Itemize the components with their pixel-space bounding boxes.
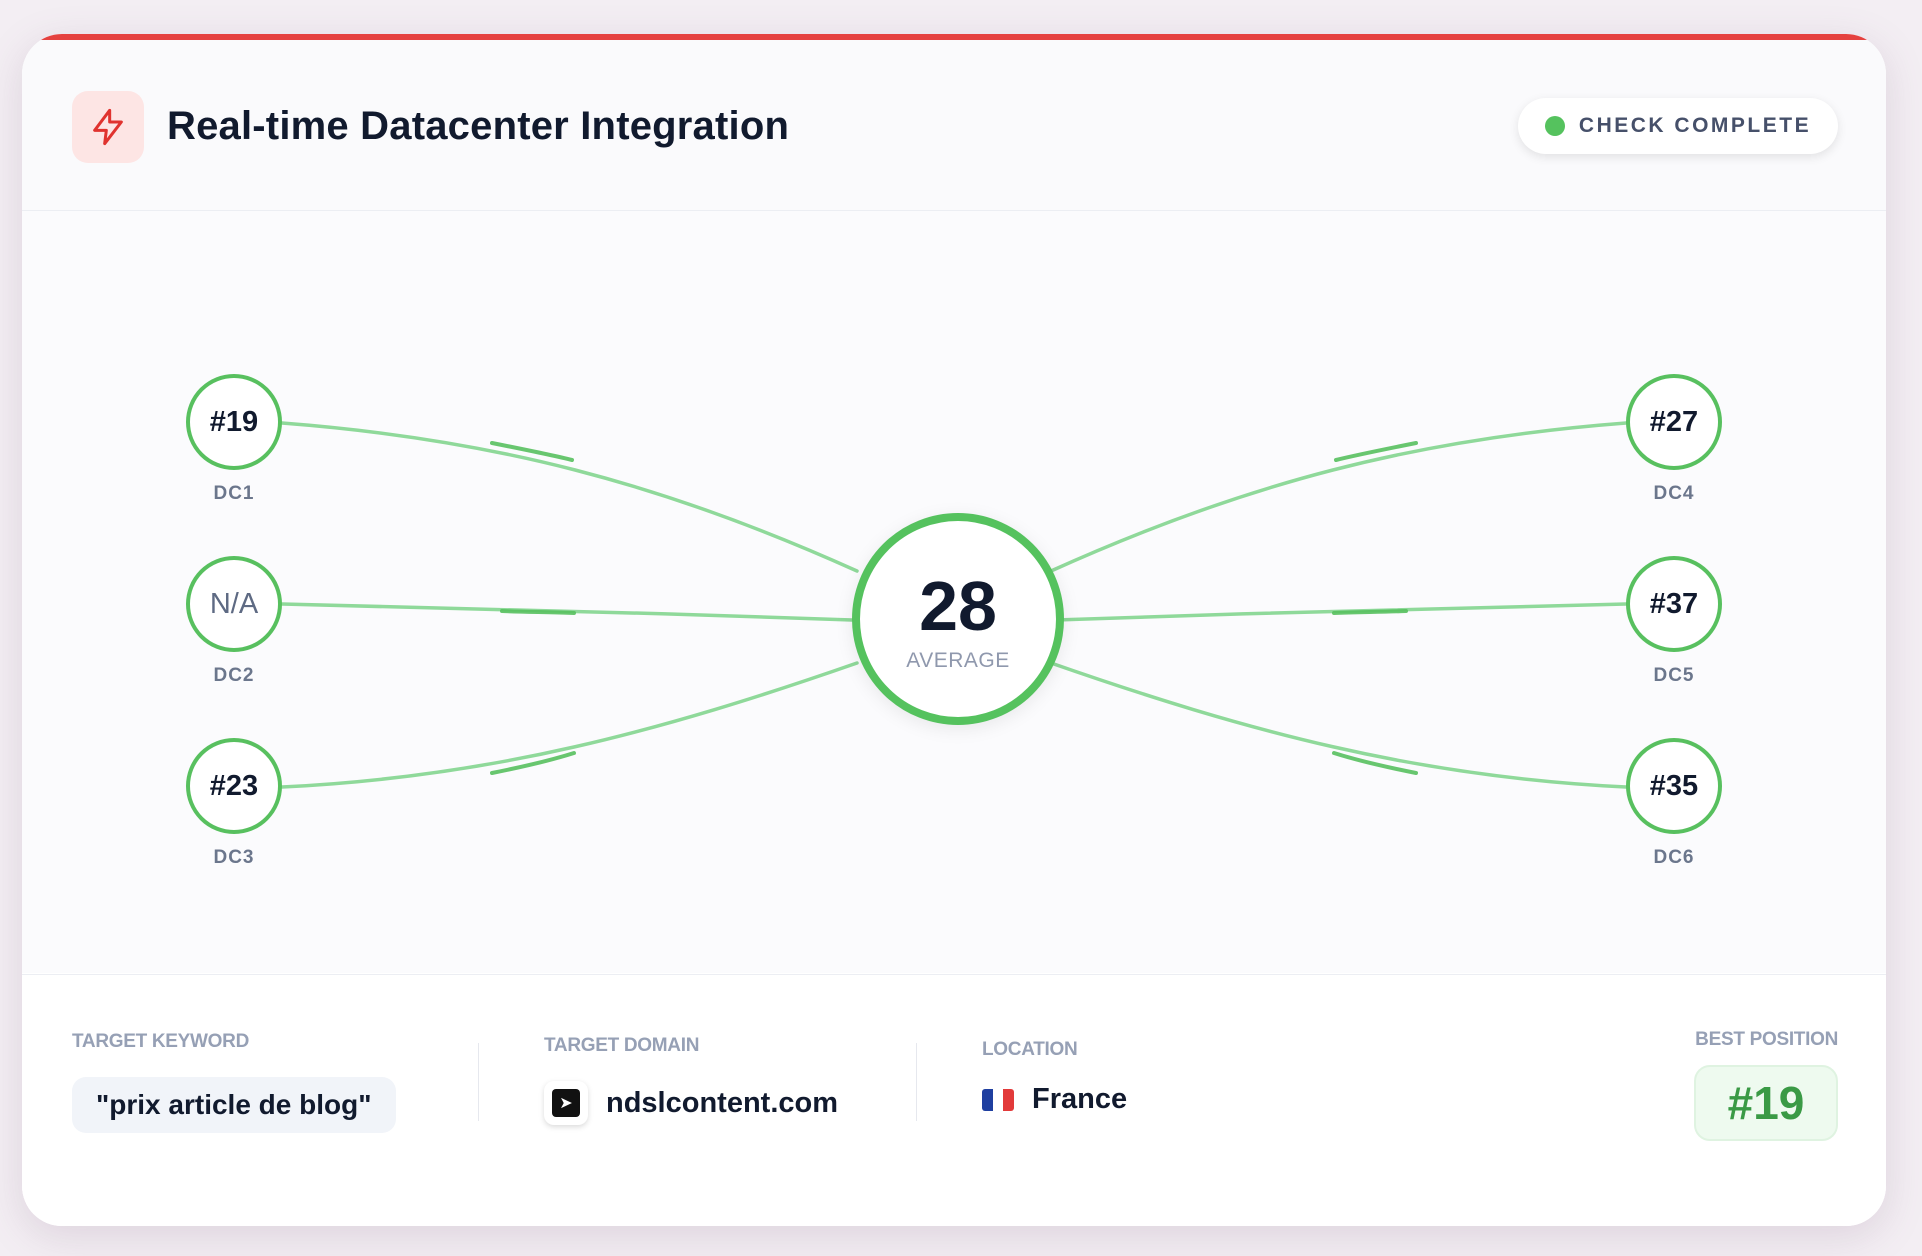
footer-divider	[916, 1043, 917, 1121]
connector-dc3	[280, 661, 859, 789]
dc4-node[interactable]: #27	[1626, 374, 1722, 470]
dc4-label: DC4	[1653, 483, 1695, 504]
dc3-node[interactable]: #23	[186, 738, 282, 834]
status-dot-icon	[1544, 116, 1565, 136]
card-footer: TARGET KEYWORD "prix article de blog" TA…	[22, 974, 1886, 1226]
average-label: AVERAGE	[906, 649, 1010, 672]
site-favicon-icon: ➤	[544, 1081, 588, 1125]
status-label: CHECK COMPLETE	[1578, 114, 1812, 137]
page-title: Real-time Datacenter Integration	[167, 104, 790, 148]
dc2-label: DC2	[213, 665, 255, 686]
dc6-node[interactable]: #35	[1626, 738, 1722, 834]
connector-dc4	[1049, 421, 1628, 573]
dc5-label: DC5	[1653, 665, 1695, 686]
connector-dc6	[1049, 661, 1628, 789]
location-label: LOCATION	[982, 1039, 1078, 1060]
lightning-bolt-icon	[72, 91, 144, 163]
dc5-node[interactable]: #37	[1626, 556, 1722, 652]
dc6-label: DC6	[1653, 847, 1695, 868]
target-keyword-chip: "prix article de blog"	[72, 1077, 396, 1133]
average-node: 28 AVERAGE	[852, 513, 1064, 725]
best-position-badge: #19	[1694, 1065, 1838, 1141]
status-badge: CHECK COMPLETE	[1518, 98, 1838, 154]
dc1-node[interactable]: #19	[186, 374, 282, 470]
target-domain-value[interactable]: ndslcontent.com	[606, 1087, 838, 1120]
average-value: 28	[919, 567, 997, 645]
location: France	[982, 1083, 1127, 1116]
flag-france-icon	[982, 1088, 1014, 1111]
connector-dc1	[280, 421, 859, 573]
best-position-label: BEST POSITION	[1695, 1029, 1838, 1050]
datacenter-card: Real-time Datacenter Integration CHECK C…	[22, 34, 1886, 1226]
target-domain-label: TARGET DOMAIN	[544, 1035, 700, 1056]
target-keyword-label: TARGET KEYWORD	[72, 1031, 249, 1052]
dc1-label: DC1	[213, 483, 255, 504]
card-header: Real-time Datacenter Integration CHECK C…	[22, 40, 1886, 211]
location-value: France	[1032, 1083, 1128, 1115]
dc2-node[interactable]: N/A	[186, 556, 282, 652]
dc3-label: DC3	[213, 847, 255, 868]
datacenter-visualization: #19 DC1 N/A DC2 #23 DC3 #27 DC4 #37 DC5 …	[22, 211, 1886, 973]
footer-divider	[478, 1043, 479, 1121]
target-domain: ➤ ndslcontent.com	[544, 1081, 838, 1125]
